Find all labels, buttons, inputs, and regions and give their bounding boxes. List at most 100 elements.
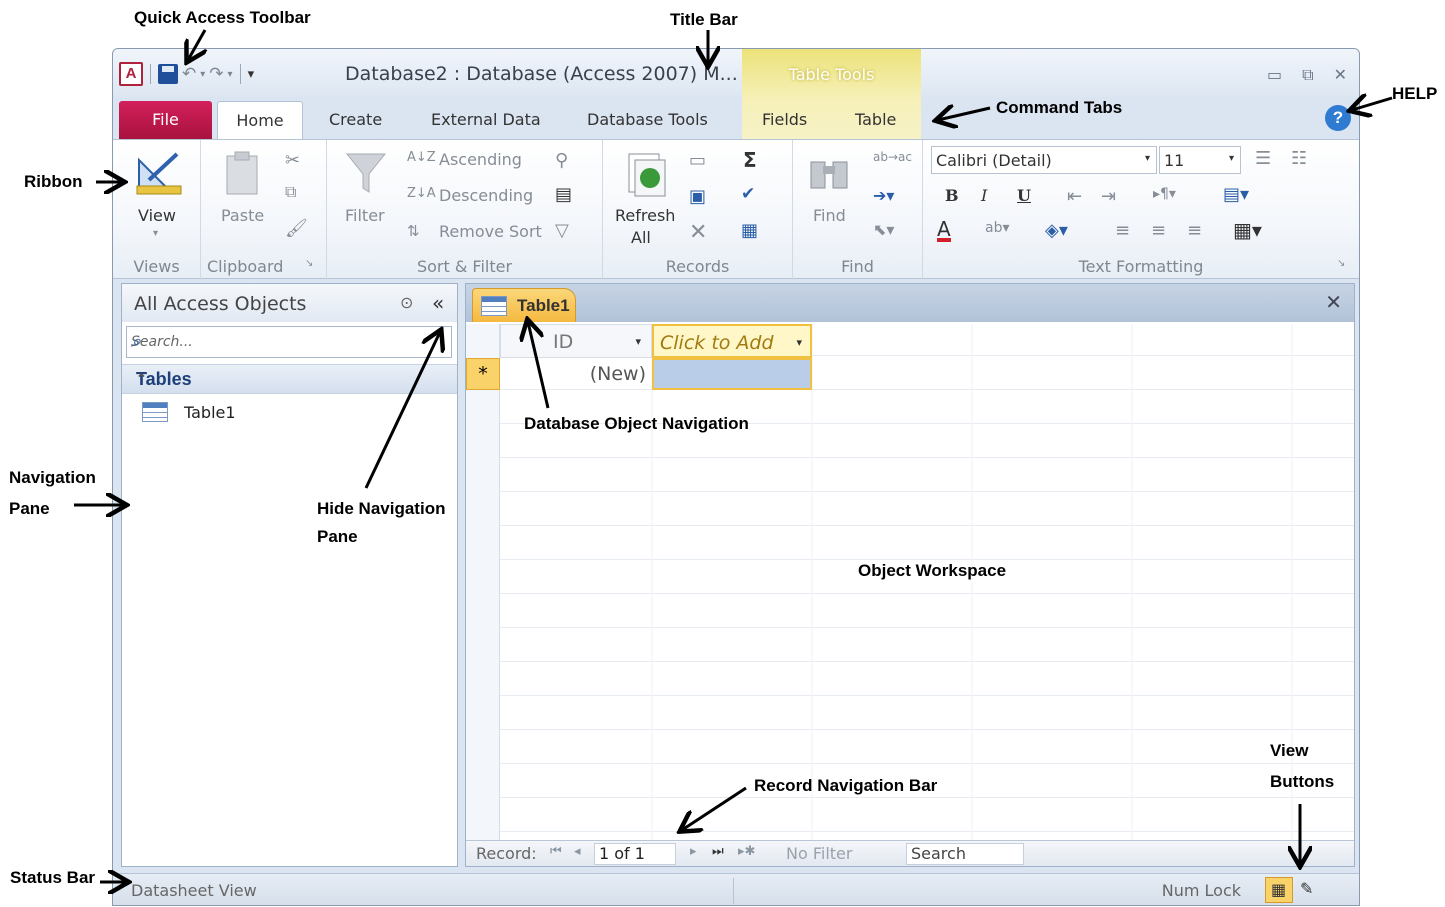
nav-group-tables[interactable]: Tables ⌃ [122,364,457,394]
refresh-all-icon[interactable] [625,150,669,198]
tab-database-tools[interactable]: Database Tools [571,101,724,139]
bullets-icon[interactable]: ☰ [1255,148,1271,169]
close-icon[interactable]: ✕ [1334,65,1347,85]
search-icon[interactable]: ⌕ [131,331,447,352]
new-record-marker[interactable]: * [466,358,500,390]
tab-external-data[interactable]: External Data [415,101,557,139]
font-size-select[interactable]: 11 ▾ [1159,146,1241,174]
previous-record-icon[interactable]: ◂ [574,844,581,859]
title-bar[interactable]: Table Tools A ↶ ▾ ↷ ▾ ▾ Database2 : Data… [113,49,1359,141]
record-search-input[interactable]: Search [906,843,1024,865]
refresh-all-sub[interactable]: All [631,228,651,247]
totals-icon[interactable]: Σ [743,148,757,172]
text-formatting-launcher-icon[interactable]: ↘ [1337,258,1345,269]
restore-icon[interactable]: ⧉ [1302,65,1313,85]
save-icon[interactable] [158,64,178,84]
new-record-icon[interactable]: ▭ [689,150,706,171]
help-icon[interactable]: ? [1325,105,1351,131]
design-view-button[interactable]: ✎ [1295,877,1323,903]
hide-nav-pane-icon[interactable]: « [432,291,444,315]
left-to-right-icon[interactable]: ▸¶▾ [1153,186,1176,202]
selected-cell[interactable] [652,358,812,390]
remove-sort-button[interactable]: Remove Sort [439,222,542,241]
align-left-icon[interactable]: ≡ [1115,220,1130,241]
customize-qat-icon[interactable]: ▾ [248,67,255,82]
new-record-id-cell[interactable]: (New) [500,358,652,390]
go-to-icon[interactable]: ➔▾ [873,186,894,205]
sort-descending-button[interactable]: Descending [439,186,533,205]
align-right-icon[interactable]: ≡ [1187,220,1202,241]
remove-sort-icon[interactable]: ⇅ [407,222,420,240]
find-group: Find ab→ac ➔▾ ⬉▾ Find [793,140,923,280]
gridlines-icon[interactable]: ▤▾ [1223,184,1249,205]
underline-button[interactable]: U [1017,186,1031,205]
selection-filter-icon[interactable]: ⚲ [555,150,568,171]
font-color-button[interactable]: A [937,219,951,242]
column-header-id[interactable]: ID ▾ [500,324,652,358]
sort-ascending-icon[interactable]: A↓Z [407,150,436,165]
fill-color-icon[interactable]: ◈▾ [1045,220,1068,241]
tab-fields[interactable]: Fields [746,101,823,139]
font-size-dropdown-icon[interactable]: ▾ [1229,153,1234,164]
view-dropdown-icon[interactable]: ▾ [153,228,158,239]
delete-record-icon[interactable]: ✕ [689,220,707,245]
font-name-dropdown-icon[interactable]: ▾ [1145,153,1150,164]
undo-icon[interactable]: ↶ [182,64,196,84]
nav-menu-dropdown-icon[interactable]: ⊙ [400,293,413,312]
view-button[interactable]: View [138,206,176,225]
copy-icon[interactable]: ⧉ [285,182,296,202]
datasheet-view-button[interactable]: ▦ [1265,877,1293,903]
nav-search-input[interactable]: Search... ⌕ [126,326,452,358]
tab-create[interactable]: Create [313,101,398,139]
clipboard-launcher-icon[interactable]: ↘ [305,258,313,269]
access-app-icon[interactable]: A [119,62,143,86]
numbering-icon[interactable]: ☷ [1291,148,1307,169]
minimize-icon[interactable]: ▭ [1267,65,1282,85]
replace-icon[interactable]: ab→ac [873,150,912,164]
refresh-button[interactable]: Refresh [615,206,675,225]
advanced-filter-icon[interactable]: ▤ [555,184,572,205]
sort-descending-icon[interactable]: Z↓A [407,186,436,201]
column-dropdown-icon[interactable]: ▾ [635,325,641,359]
tab-home[interactable]: Home [217,101,303,141]
align-center-icon[interactable]: ≡ [1151,220,1166,241]
italic-button[interactable]: I [981,186,987,205]
no-filter-indicator[interactable]: No Filter [786,844,852,863]
current-record-input[interactable]: 1 of 1 [594,843,676,865]
increase-indent-icon[interactable]: ⇥ [1101,186,1116,207]
tab-table[interactable]: Table [839,101,912,139]
next-record-icon[interactable]: ▸ [690,844,697,859]
column-header-click-to-add[interactable]: Click to Add ▾ [652,324,812,358]
spelling-icon[interactable]: ✔ [741,184,755,204]
more-records-icon[interactable]: ▦ [741,220,758,241]
borders-icon[interactable]: ▦▾ [1233,218,1262,242]
select-icon[interactable]: ⬉▾ [873,220,894,239]
undo-dropdown-icon[interactable]: ▾ [200,69,205,80]
view-design-icon[interactable] [135,150,183,196]
paste-button[interactable]: Paste [221,206,264,225]
collapse-group-icon[interactable]: ⌃ [136,371,439,387]
toggle-filter-icon[interactable]: ▽ [555,220,569,241]
save-record-icon[interactable]: ▣ [689,186,706,207]
paste-icon[interactable] [221,150,265,198]
cut-icon[interactable]: ✂ [285,150,300,171]
nav-pane-header[interactable]: All Access Objects ⊙ « [122,284,457,322]
redo-dropdown-icon[interactable]: ▾ [228,69,233,80]
format-painter-icon[interactable]: 🖌 [285,218,308,239]
new-blank-record-icon[interactable]: ▸✱ [738,844,755,859]
bold-button[interactable]: B [945,186,959,205]
find-button[interactable]: Find [813,206,846,225]
filter-button[interactable]: Filter [345,206,385,225]
first-record-icon[interactable]: ⏮ [550,844,562,859]
nav-item-table1[interactable]: Table1 [142,400,236,424]
redo-icon[interactable]: ↷ [209,64,223,84]
filter-icon[interactable] [345,152,387,196]
last-record-icon[interactable]: ⏭ [712,844,724,859]
column-dropdown-icon[interactable]: ▾ [796,326,802,360]
font-name-select[interactable]: Calibri (Detail) ▾ [931,146,1157,174]
sort-ascending-button[interactable]: Ascending [439,150,522,169]
highlight-icon[interactable]: ab▾ [985,220,1010,236]
binoculars-icon[interactable] [807,152,851,192]
tab-file[interactable]: File [119,101,212,139]
decrease-indent-icon[interactable]: ⇤ [1067,186,1082,207]
